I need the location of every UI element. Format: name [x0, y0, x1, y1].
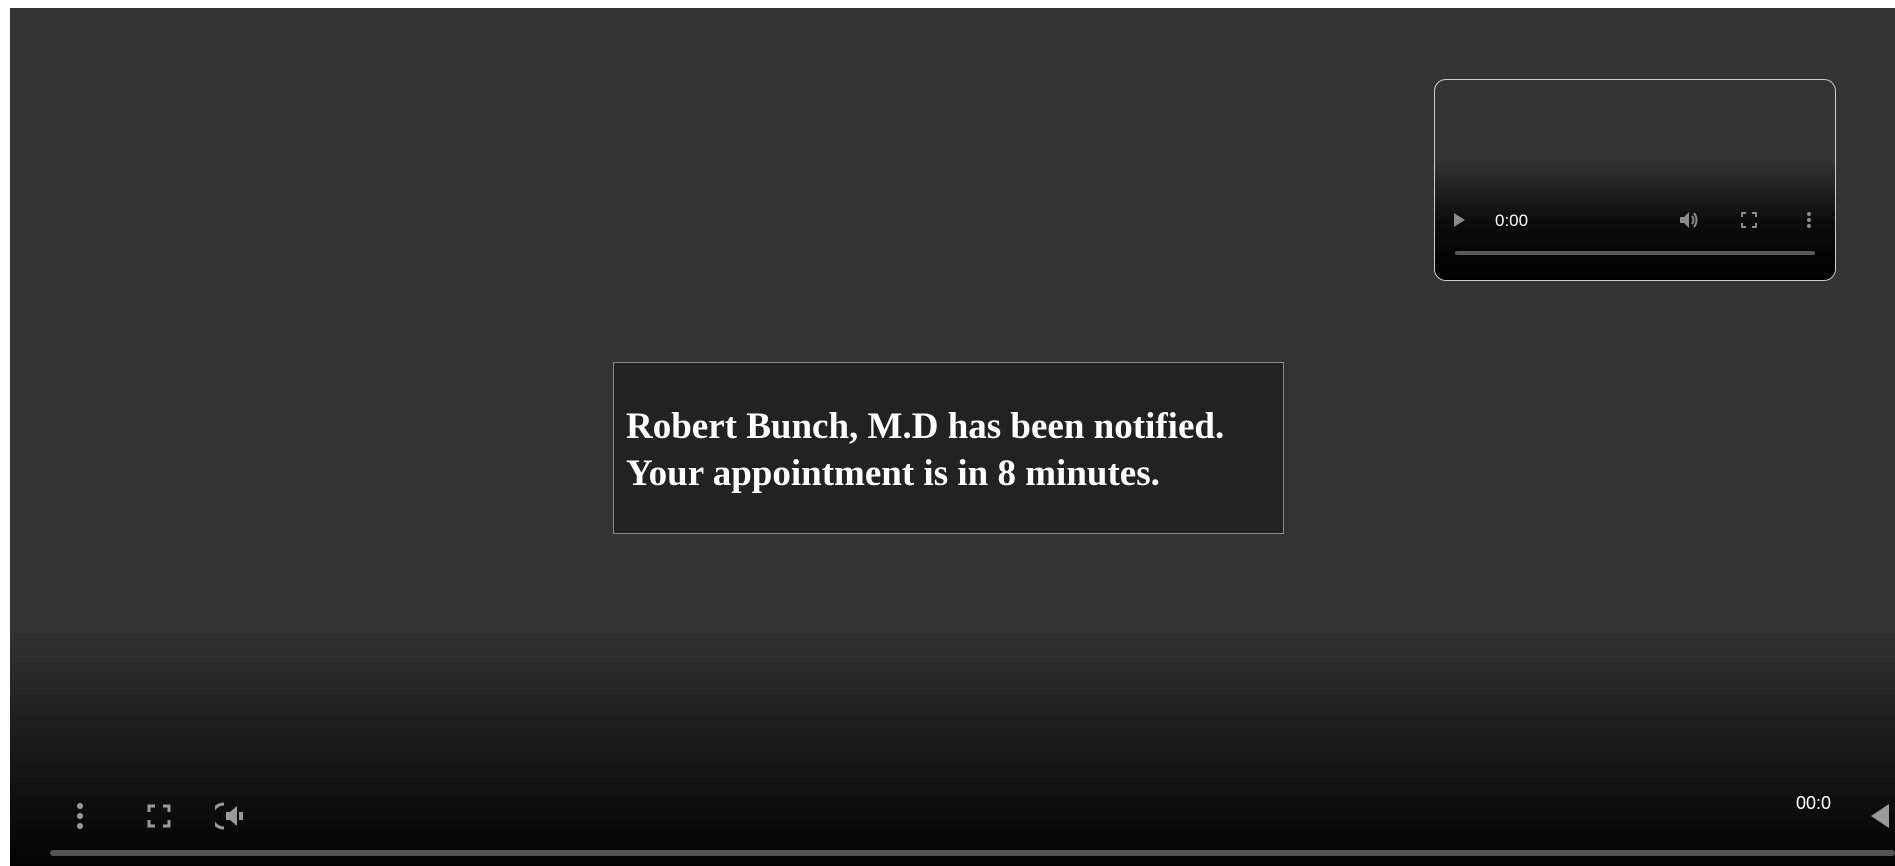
notice-line-2: Your appointment is in 8 minutes. — [626, 453, 1160, 494]
pip-more-vertical-icon[interactable] — [1795, 206, 1823, 234]
self-view-video[interactable]: 0:00 — [1434, 79, 1836, 281]
pip-time-display: 0:00 — [1495, 211, 1529, 230]
pip-fullscreen-icon[interactable] — [1735, 206, 1763, 234]
fullscreen-icon[interactable] — [139, 796, 179, 836]
more-vertical-icon[interactable] — [60, 796, 100, 836]
notice-line-1: Robert Bunch, M.D has been notified. — [626, 406, 1225, 447]
main-video-player[interactable]: Robert Bunch, M.D has been notified. You… — [10, 8, 1895, 866]
main-time-display: 00:0 — [1795, 793, 1831, 813]
play-icon[interactable] — [1445, 206, 1473, 234]
main-controls-bar: 00:0 — [10, 776, 1895, 866]
volume-icon[interactable] — [1675, 206, 1703, 234]
triangle-left-icon[interactable] — [1865, 796, 1895, 836]
speaker-icon[interactable] — [210, 796, 250, 836]
main-progress-bar[interactable] — [50, 850, 1895, 856]
appointment-notice: Robert Bunch, M.D has been notified. You… — [613, 362, 1284, 534]
pip-progress-bar[interactable] — [1455, 251, 1815, 255]
